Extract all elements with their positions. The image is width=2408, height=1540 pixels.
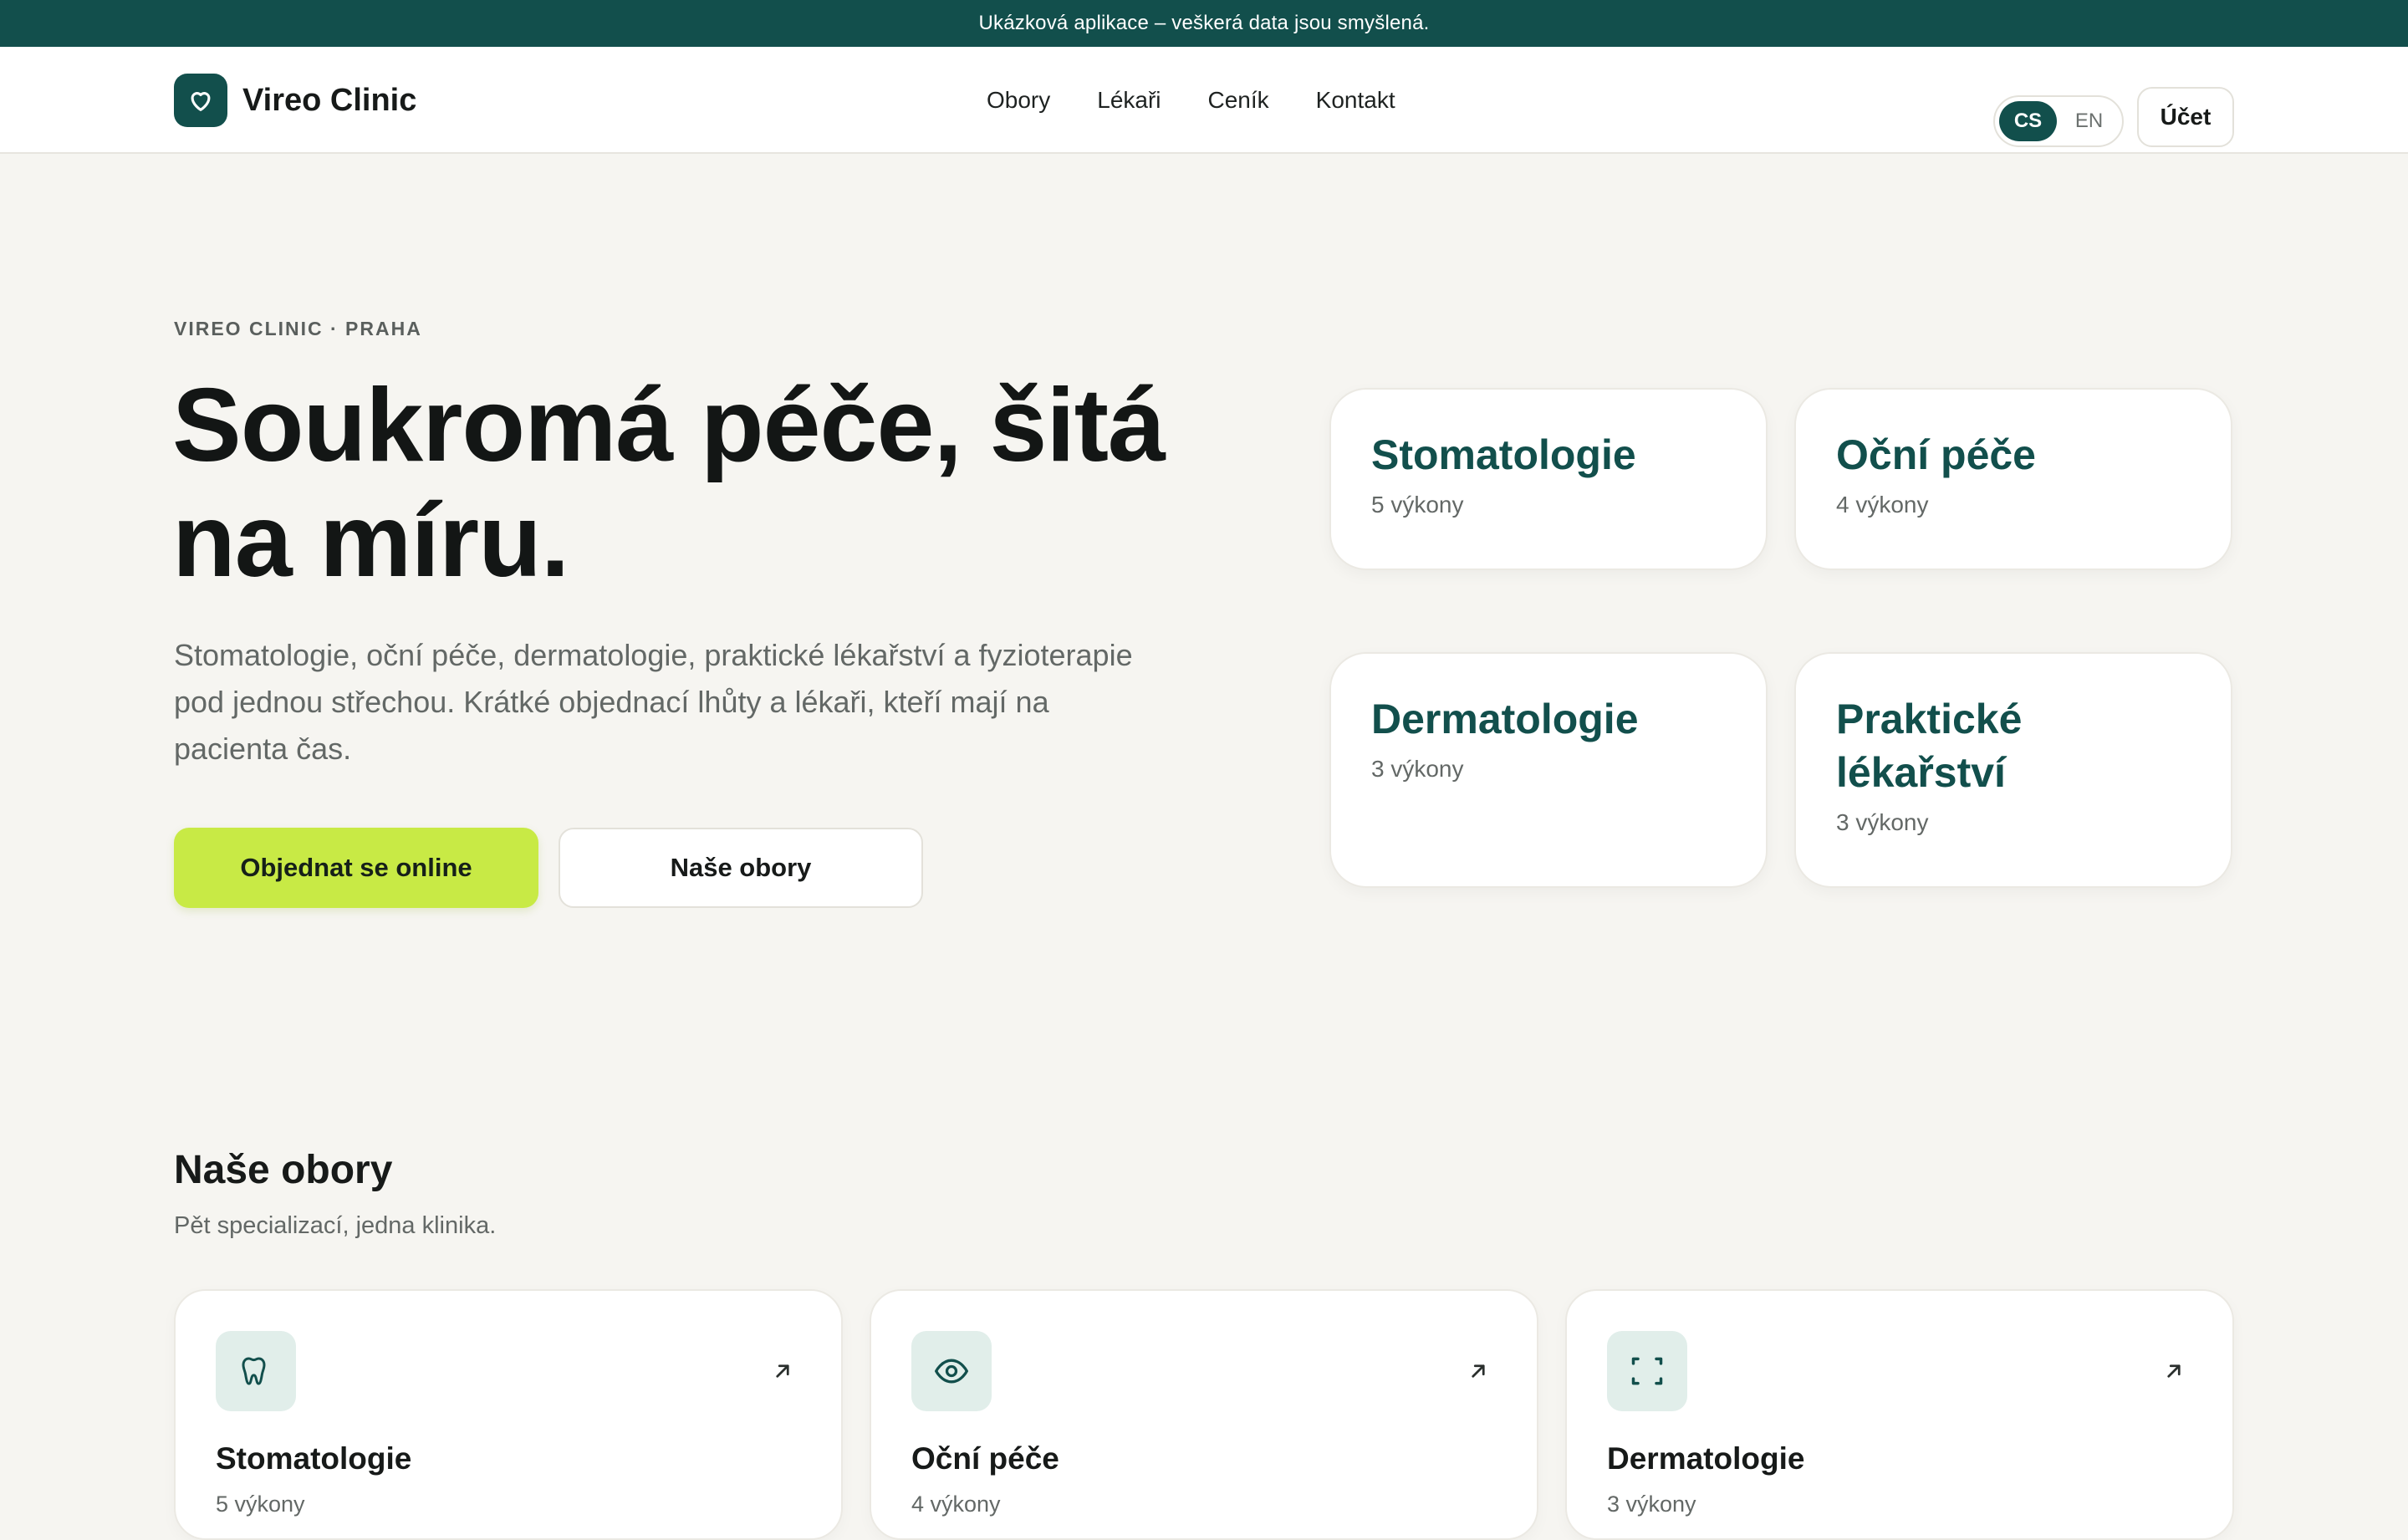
heart-icon bbox=[174, 74, 227, 127]
obor-card-title: Dermatologie bbox=[1607, 1441, 1805, 1476]
announcement-bar: Ukázková aplikace – veškerá data jsou sm… bbox=[0, 0, 2408, 47]
arrow-up-right-icon bbox=[768, 1356, 798, 1386]
announcement-text: Ukázková aplikace – veškerá data jsou sm… bbox=[978, 12, 1430, 34]
our-specialties-button[interactable]: Naše obory bbox=[559, 828, 923, 908]
nav-obory[interactable]: Obory bbox=[987, 87, 1050, 114]
hero-card-dermatologie[interactable]: Dermatologie 3 výkony bbox=[1329, 652, 1768, 888]
lang-cs-button[interactable]: CS bbox=[1999, 101, 2057, 141]
hero-card-title: Stomatologie bbox=[1371, 431, 1636, 478]
obor-card-ocni-pece[interactable]: Oční péče 4 výkony bbox=[870, 1289, 1538, 1540]
book-online-button[interactable]: Objednat se online bbox=[174, 828, 538, 908]
hero-title-line2: na míru. bbox=[172, 483, 569, 599]
hero-card-title: Dermatologie bbox=[1371, 696, 1639, 742]
hero-card-stomatologie[interactable]: Stomatologie 5 výkony bbox=[1329, 388, 1768, 570]
hero-description: Stomatologie, oční péče, dermatologie, p… bbox=[174, 638, 1133, 766]
hero-title: Soukromá péče, šitá na míru. bbox=[172, 368, 1309, 599]
nav-kontakt[interactable]: Kontakt bbox=[1316, 87, 1395, 114]
arrow-up-right-icon bbox=[2159, 1356, 2189, 1386]
scan-icon bbox=[1607, 1331, 1687, 1411]
arrow-up-right-icon bbox=[1463, 1356, 1493, 1386]
obor-card-title: Stomatologie bbox=[216, 1441, 412, 1476]
section-subtitle: Pět specializací, jedna klinika. bbox=[174, 1212, 497, 1239]
hero-card-prakticke-lekarstvi[interactable]: Praktické lékařství 3 výkony bbox=[1794, 652, 2232, 888]
tooth-icon bbox=[216, 1331, 296, 1411]
hero-card-count: 4 výkony bbox=[1836, 492, 1929, 518]
main-nav: Obory Lékaři Ceník Kontakt bbox=[987, 47, 1395, 154]
account-button[interactable]: Účet bbox=[2137, 87, 2234, 147]
brand-link[interactable]: Vireo Clinic bbox=[174, 74, 416, 127]
hero-card-title: Praktické lékařství bbox=[1836, 696, 2023, 796]
obor-card-dermatologie[interactable]: Dermatologie 3 výkony bbox=[1565, 1289, 2234, 1540]
brand-name: Vireo Clinic bbox=[242, 82, 417, 118]
section-title: Naše obory bbox=[174, 1148, 393, 1192]
site-header: Vireo Clinic Obory Lékaři Ceník Kontakt … bbox=[0, 47, 2408, 154]
nav-cenik[interactable]: Ceník bbox=[1208, 87, 1269, 114]
hero-card-count: 3 výkony bbox=[1371, 756, 1464, 782]
hero-card-ocni-pece[interactable]: Oční péče 4 výkony bbox=[1794, 388, 2232, 570]
obor-card-title: Oční péče bbox=[911, 1441, 1059, 1476]
hero-card-title: Oční péče bbox=[1836, 431, 2036, 478]
obor-card-stomatologie[interactable]: Stomatologie 5 výkony bbox=[174, 1289, 843, 1540]
language-switcher: CS EN bbox=[1993, 95, 2124, 147]
eye-icon bbox=[911, 1331, 992, 1411]
hero-card-count: 3 výkony bbox=[1836, 809, 1929, 835]
hero-title-line1: Soukromá péče, šitá bbox=[172, 368, 1166, 483]
hero-card-count: 5 výkony bbox=[1371, 492, 1464, 518]
lang-en-button[interactable]: EN bbox=[2060, 101, 2118, 141]
hero-eyebrow: VIREO CLINIC · PRAHA bbox=[174, 318, 422, 339]
nav-lekari[interactable]: Lékaři bbox=[1097, 87, 1161, 114]
